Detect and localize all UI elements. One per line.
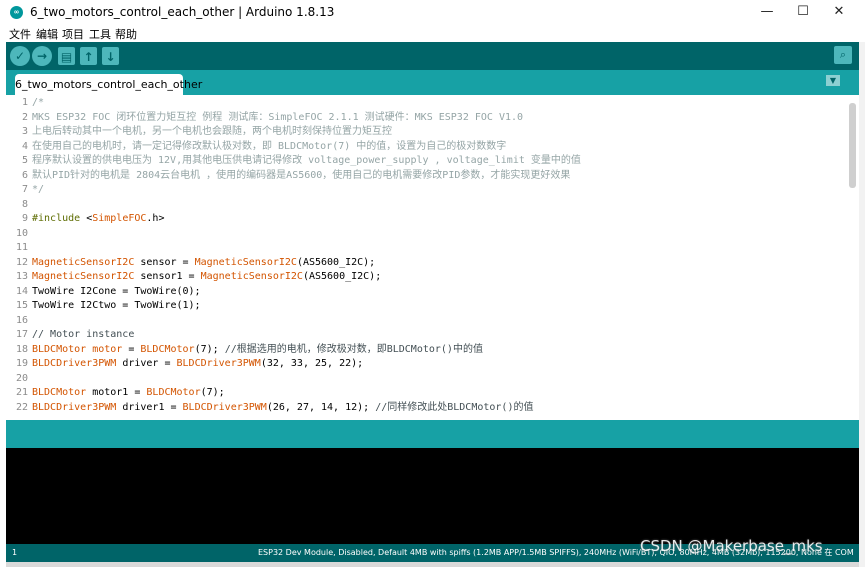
new-file-icon: ▤ [60,50,73,64]
code-text: BLDCDriver3PWM driver = BLDCDriver3PWM(3… [32,358,364,369]
menu-bar: 文件 编辑 项目 工具 帮助 [0,24,865,42]
magnifier-icon: ⌕ [839,48,847,61]
code-text: #include <SimpleFOC.h> [32,213,165,224]
tab-menu-button[interactable]: ▼ [826,75,840,86]
save-button[interactable]: ↓ [102,47,119,65]
line-number: 6 [21,169,28,181]
code-text: 上电后转动其中一个电机，另一个电机也会跟随，两个电机时刻保持位置力矩互控 [32,126,392,137]
tab-sketch[interactable]: 6_two_motors_control_each_other [15,74,202,95]
arrow-right-icon: → [36,49,48,63]
line-number: 21 [15,387,28,398]
chevron-down-icon: ▼ [829,76,837,85]
code-text: TwoWire I2Ctwo = TwoWire(1); [32,300,201,311]
new-button[interactable]: ▤ [58,47,75,65]
code-text: BLDCMotor motor = BLDCMotor(7); //根据选用的电… [32,343,483,355]
code-text: MKS ESP32 FOC 闭环位置力矩互控 例程 测试库：SimpleFOC … [32,111,524,123]
code-text: MagneticSensorI2C sensor = MagneticSenso… [32,256,376,268]
window-title: 6_two_motors_control_each_other | Arduin… [30,5,335,19]
upload-button[interactable]: → [32,46,52,66]
code-text: BLDCDriver3PWM driver1 = BLDCDriver3PWM(… [32,401,534,413]
line-number: 12 [15,256,28,268]
tab-strip: 6_two_motors_control_each_other ▼ [6,70,859,95]
verify-button[interactable]: ✓ [10,46,30,66]
vertical-scrollbar[interactable] [849,103,856,188]
line-number: 18 [15,343,28,355]
line-number: 13 [15,271,28,282]
watermark: CSDN @Makerbase_mks [640,537,823,555]
line-number: 8 [21,198,28,210]
code-text: */ [32,184,45,195]
line-number: 22 [15,401,28,413]
window-edge [859,42,865,567]
message-bar [6,420,859,448]
line-number: 5 [21,155,28,166]
code-text: MagneticSensorI2C sensor1 = MagneticSens… [32,271,382,282]
line-number: 20 [15,372,28,384]
arduino-logo-icon: ∞ [10,6,23,19]
menu-sketch[interactable]: 项目 [62,26,84,42]
code-editor[interactable]: 1 /* 2 MKS ESP32 FOC 闭环位置力矩互控 例程 测试库：Simple… [6,95,859,420]
code-text: 在使用自己的电机时，请一定记得修改默认极对数，即 BLDCMotor(7) 中的… [32,140,507,152]
line-number: 1 [12,548,18,557]
line-number: 15 [15,300,28,311]
line-number: 3 [21,126,28,137]
check-icon: ✓ [14,49,26,63]
line-number: 19 [15,358,28,369]
title-bar: ∞ 6_two_motors_control_each_other | Ardu… [0,0,865,24]
line-number: 9 [21,213,28,224]
line-number: 1 [21,97,28,108]
code-text: 程序默认设置的供电电压为 12V,用其他电压供电请记得修改 voltage_po… [32,155,581,166]
line-number: 11 [15,242,28,253]
toolbar: ✓ → ▤ ↑ ↓ ⌕ [6,42,859,70]
menu-tools[interactable]: 工具 [89,26,111,42]
code-text: BLDCMotor motor1 = BLDCMotor(7); [32,387,225,398]
line-number: 2 [21,111,28,123]
line-number: 7 [21,184,28,195]
line-number: 16 [15,314,28,326]
menu-edit[interactable]: 编辑 [36,26,58,42]
line-number: 17 [15,329,28,340]
taskbar-strip [6,562,859,567]
console-output[interactable] [6,448,859,544]
arrow-down-icon: ↓ [105,50,116,64]
serial-monitor-button[interactable]: ⌕ [834,46,852,64]
menu-file[interactable]: 文件 [9,26,31,42]
code-text: 默认PID针对的电机是 2804云台电机 ，使用的编码器是AS5600，使用自己… [32,169,571,181]
arrow-up-icon: ↑ [83,50,94,64]
close-button[interactable]: ✕ [817,0,861,24]
menu-help[interactable]: 帮助 [115,26,137,42]
line-number: 14 [15,285,28,297]
line-number: 4 [21,140,28,152]
line-number: 10 [15,227,28,239]
code-text: TwoWire I2Cone = TwoWire(0); [32,285,201,297]
code-text: // Motor instance [32,329,135,340]
code-text: /* [32,97,45,108]
open-button[interactable]: ↑ [80,47,97,65]
